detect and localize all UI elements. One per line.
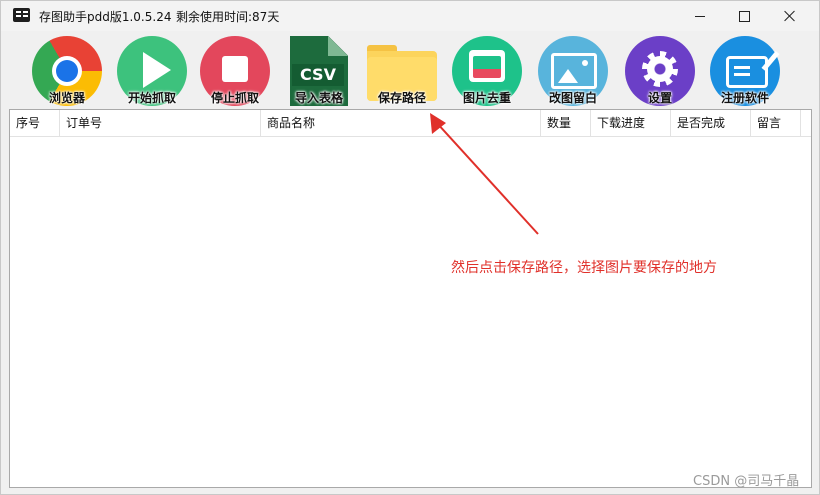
minimize-button[interactable] xyxy=(677,1,723,31)
app-icon xyxy=(13,8,30,22)
close-button[interactable] xyxy=(767,1,813,31)
import-table-label: 导入表格 xyxy=(294,91,343,105)
dedupe-images-label: 图片去重 xyxy=(462,91,511,105)
maximize-icon xyxy=(738,10,750,22)
close-icon xyxy=(784,10,796,22)
save-path-label: 保存路径 xyxy=(377,91,426,105)
dedupe-images-button[interactable]: 图片去重 xyxy=(450,33,524,106)
table-header: 序号 订单号 商品名称 数量 下载进度 是否完成 留言 xyxy=(10,110,811,137)
browser-button[interactable]: 浏览器 xyxy=(30,33,104,106)
start-capture-button[interactable]: 开始抓取 xyxy=(115,33,189,106)
col-download-progress[interactable]: 下载进度 xyxy=(591,110,671,136)
col-index[interactable]: 序号 xyxy=(10,110,60,136)
remaining-time: 剩余使用时间:87天 xyxy=(176,10,280,24)
edit-margin-button[interactable]: 改图留白 xyxy=(536,33,610,106)
settings-button[interactable]: 设置 xyxy=(623,33,697,106)
register-button[interactable]: 注册软件 xyxy=(708,33,782,106)
col-quantity[interactable]: 数量 xyxy=(541,110,591,136)
import-table-button[interactable]: CSV 导入表格 xyxy=(282,33,356,106)
register-label: 注册软件 xyxy=(720,91,769,105)
title-bar: 存图助手pdd版1.0.5.24 剩余使用时间:87天 xyxy=(1,1,819,31)
stop-capture-button[interactable]: 停止抓取 xyxy=(198,33,272,106)
col-product-name[interactable]: 商品名称 xyxy=(261,110,541,136)
edit-margin-label: 改图留白 xyxy=(548,91,597,105)
toolbar: 浏览器 开始抓取 停止抓取 CSV 导入表格 保存路径 图片去重 改图留白 设置… xyxy=(10,31,810,107)
window-title: 存图助手pdd版1.0.5.24 xyxy=(39,10,172,24)
browser-label: 浏览器 xyxy=(48,91,85,105)
stop-capture-label: 停止抓取 xyxy=(210,91,259,105)
csv-icon-text: CSV xyxy=(292,64,344,86)
order-table[interactable]: 序号 订单号 商品名称 数量 下载进度 是否完成 留言 xyxy=(9,109,812,488)
app-window: 存图助手pdd版1.0.5.24 剩余使用时间:87天 浏览器 开始抓取 停止抓… xyxy=(0,0,820,495)
col-message[interactable]: 留言 xyxy=(751,110,801,136)
start-capture-label: 开始抓取 xyxy=(127,91,176,105)
maximize-button[interactable] xyxy=(721,1,767,31)
col-order-no[interactable]: 订单号 xyxy=(60,110,261,136)
watermark: CSDN @司马千晶 xyxy=(693,474,800,489)
annotation-text: 然后点击保存路径，选择图片要保存的地方 xyxy=(451,260,717,276)
settings-label: 设置 xyxy=(647,91,672,105)
minimize-icon xyxy=(695,15,705,17)
col-completed[interactable]: 是否完成 xyxy=(671,110,751,136)
save-path-button[interactable]: 保存路径 xyxy=(365,33,439,105)
